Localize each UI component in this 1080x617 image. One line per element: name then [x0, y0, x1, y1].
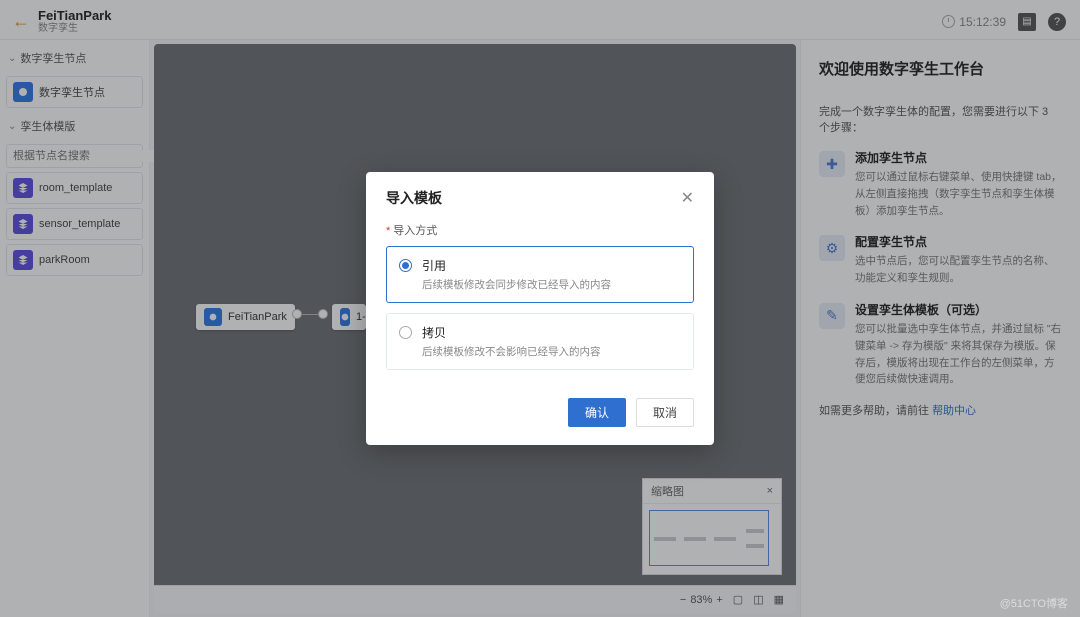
radio-icon [399, 326, 412, 339]
import-option-reference[interactable]: 引用 后续模板修改会同步修改已经导入的内容 [386, 246, 694, 303]
import-mode-label: *导入方式 [386, 222, 694, 238]
import-template-modal: 导入模板 ✕ *导入方式 引用 后续模板修改会同步修改已经导入的内容 拷贝 后续… [366, 172, 714, 445]
import-option-copy[interactable]: 拷贝 后续模板修改不会影响已经导入的内容 [386, 313, 694, 370]
close-icon[interactable]: ✕ [681, 188, 694, 208]
option-desc: 后续模板修改不会影响已经导入的内容 [422, 344, 601, 359]
confirm-button[interactable]: 确认 [568, 398, 626, 427]
option-title: 拷贝 [422, 324, 601, 341]
modal-title: 导入模板 [386, 188, 442, 208]
option-desc: 后续模板修改会同步修改已经导入的内容 [422, 277, 611, 292]
field-label-text: 导入方式 [393, 225, 437, 237]
option-title: 引用 [422, 257, 611, 274]
cancel-button[interactable]: 取消 [636, 398, 694, 427]
radio-icon [399, 259, 412, 272]
required-star: * [386, 225, 390, 237]
modal-mask[interactable]: 导入模板 ✕ *导入方式 引用 后续模板修改会同步修改已经导入的内容 拷贝 后续… [0, 0, 1080, 617]
